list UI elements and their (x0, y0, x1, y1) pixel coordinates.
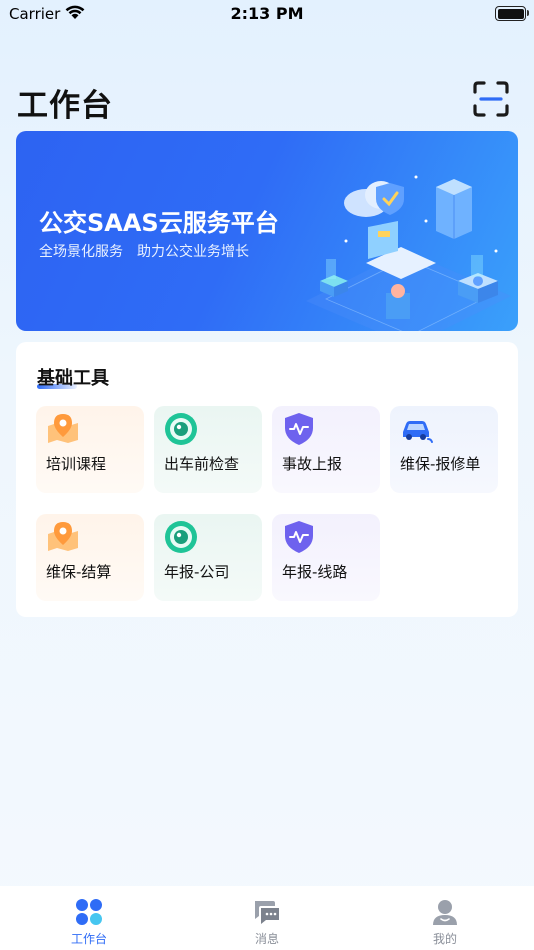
tab-label: 工作台 (70, 932, 107, 946)
tool-label: 出车前检查 (164, 455, 240, 473)
tab-profile[interactable]: 我的 (356, 886, 534, 950)
map-pin-icon (48, 522, 78, 551)
tab-messages[interactable]: 消息 (178, 886, 356, 950)
workbench-icon (76, 899, 102, 925)
banner-subtitle: 全场景化服务 助力公交业务增长 (39, 244, 249, 260)
profile-icon (433, 900, 457, 925)
tool-label: 年报-线路 (282, 563, 348, 581)
tool-annual-report-route[interactable]: 年报-线路 (272, 514, 380, 601)
status-bar: Carrier 2:13 PM (0, 0, 534, 28)
car-repair-icon (403, 421, 433, 443)
tool-label: 年报-公司 (164, 563, 230, 581)
tool-pre-departure-check[interactable]: 出车前检查 (154, 406, 262, 493)
tool-maintenance-settlement[interactable]: 维保-结算 (36, 514, 144, 601)
tool-maintenance-repair-order[interactable]: 维保-报修单 (390, 406, 498, 493)
scan-icon[interactable] (472, 80, 510, 118)
tab-workbench[interactable]: 工作台 (0, 886, 178, 950)
tool-accident-report[interactable]: 事故上报 (272, 406, 380, 493)
tab-label: 消息 (254, 932, 279, 946)
shield-pulse-icon (285, 521, 313, 553)
camera-lens-icon (165, 521, 197, 553)
banner-title: 公交SAAS云服务平台 (39, 209, 279, 237)
tab-label: 我的 (432, 932, 457, 946)
tool-label: 事故上报 (282, 455, 343, 473)
battery-icon (495, 6, 526, 21)
cloud-server-illustration (306, 175, 511, 331)
shield-pulse-icon (285, 413, 313, 445)
tool-annual-report-company[interactable]: 年报-公司 (154, 514, 262, 601)
camera-lens-icon (165, 413, 197, 445)
tool-training-course[interactable]: 培训课程 (36, 406, 144, 493)
tool-label: 维保-报修单 (400, 455, 481, 473)
basic-tools-card: 基础工具 培训课程 出车前检查 事故上报 维保-报修单 维保-结算 年报-公司 … (16, 342, 518, 617)
section-title: 基础工具 (37, 368, 109, 389)
tool-label: 维保-结算 (46, 563, 112, 581)
promo-banner[interactable]: 公交SAAS云服务平台 全场景化服务 助力公交业务增长 (16, 131, 518, 331)
page-title: 工作台 (17, 88, 113, 124)
message-icon (255, 901, 279, 924)
map-pin-icon (48, 414, 78, 443)
tool-label: 培训课程 (46, 455, 107, 473)
bottom-tab-bar: 工作台 消息 我的 (0, 886, 534, 950)
status-time: 2:13 PM (230, 4, 304, 23)
